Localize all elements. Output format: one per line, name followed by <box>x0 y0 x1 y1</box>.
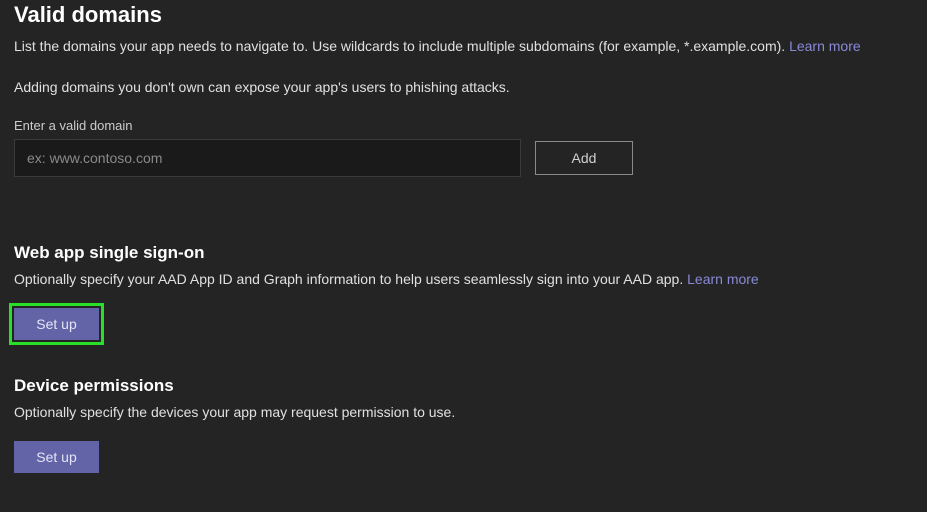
sso-description-text: Optionally specify your AAD App ID and G… <box>14 271 687 287</box>
sso-setup-button[interactable]: Set up <box>14 308 99 340</box>
device-permissions-setup-button[interactable]: Set up <box>14 441 99 473</box>
valid-domains-learn-more-link[interactable]: Learn more <box>789 38 861 54</box>
domain-input-group: Enter a valid domain Add <box>14 118 913 177</box>
device-permissions-title: Device permissions <box>14 376 913 396</box>
sso-title: Web app single sign-on <box>14 243 913 263</box>
domain-input-label: Enter a valid domain <box>14 118 913 133</box>
sso-learn-more-link[interactable]: Learn more <box>687 271 759 287</box>
valid-domains-warning: Adding domains you don't own can expose … <box>14 77 913 98</box>
sso-button-wrap: Set up <box>14 308 913 340</box>
valid-domains-description-text: List the domains your app needs to navig… <box>14 38 789 54</box>
device-permissions-description: Optionally specify the devices your app … <box>14 402 913 423</box>
sso-section: Web app single sign-on Optionally specif… <box>14 243 913 340</box>
device-permissions-section: Device permissions Optionally specify th… <box>14 376 913 473</box>
valid-domains-description: List the domains your app needs to navig… <box>14 36 913 57</box>
valid-domains-section: Valid domains List the domains your app … <box>14 0 913 177</box>
sso-description: Optionally specify your AAD App ID and G… <box>14 269 913 290</box>
domain-input[interactable] <box>14 139 521 177</box>
add-button[interactable]: Add <box>535 141 633 175</box>
domain-input-row: Add <box>14 139 913 177</box>
device-permissions-button-wrap: Set up <box>14 441 913 473</box>
valid-domains-title: Valid domains <box>14 2 913 28</box>
